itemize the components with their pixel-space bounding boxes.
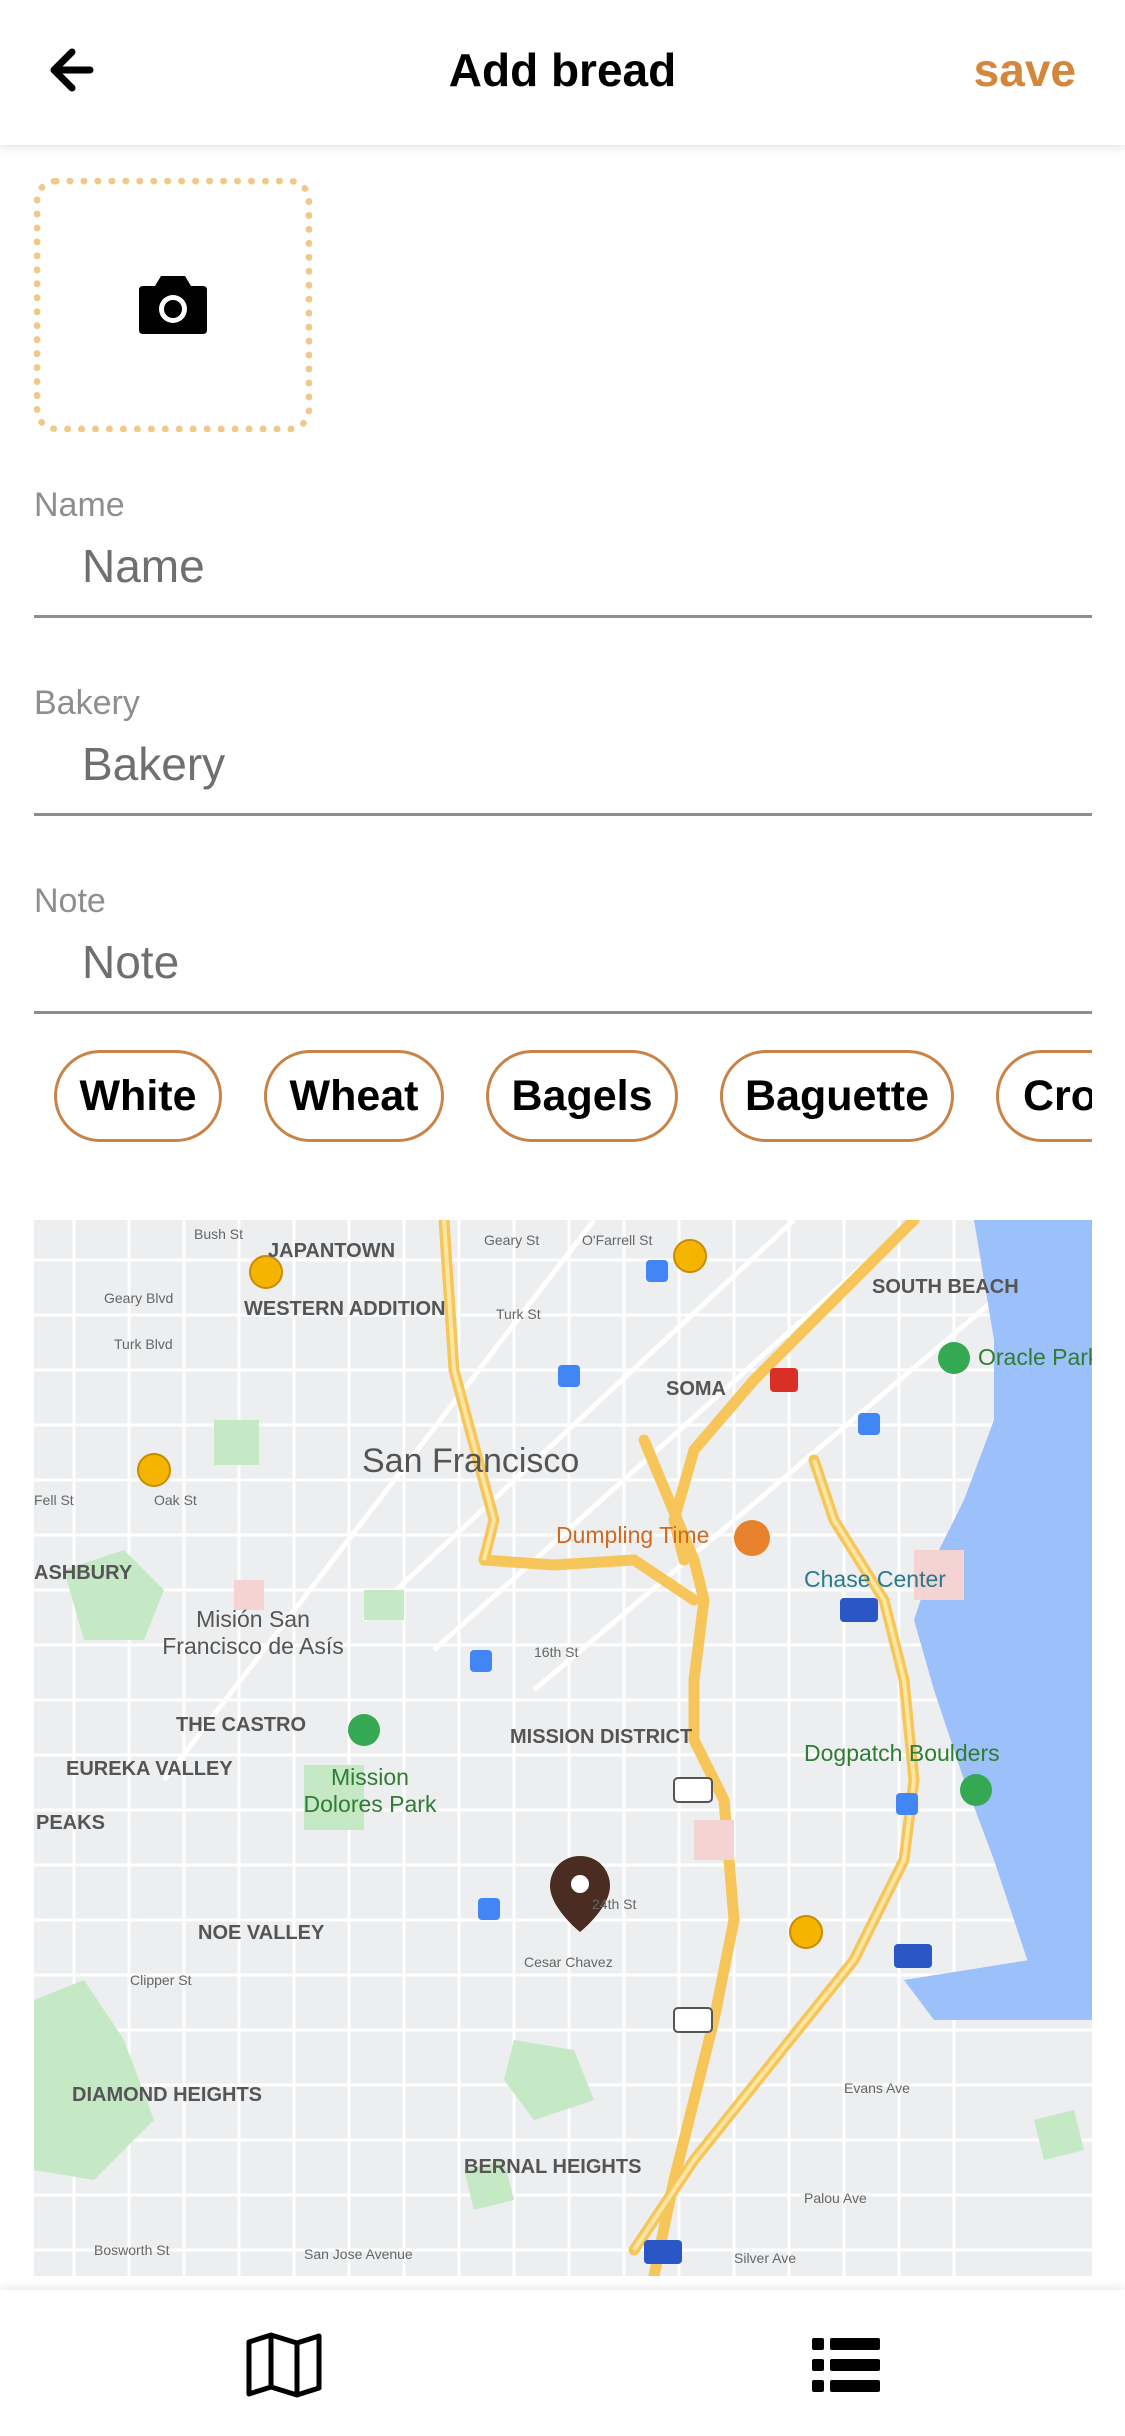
map-street-turk-blvd: Turk Blvd xyxy=(114,1336,173,1352)
note-field: Note xyxy=(34,882,1092,1014)
bakery-field: Bakery xyxy=(34,684,1092,816)
map-label-south-beach: SOUTH BEACH xyxy=(872,1276,1019,1298)
map-street-turk: Turk St xyxy=(496,1306,541,1322)
list-tab-button[interactable] xyxy=(786,2320,906,2410)
map-street-evans: Evans Ave xyxy=(844,2080,910,2096)
map-street-geary-blvd: Geary Blvd xyxy=(104,1290,174,1306)
name-label: Name xyxy=(34,486,125,524)
chip-wheat[interactable]: Wheat xyxy=(264,1050,444,1142)
map-place-dumpling-time: Dumpling Time xyxy=(556,1522,710,1548)
map-place-mision-san-francisco: Misión San Francisco de Asís xyxy=(162,1606,344,1659)
map-label-western-addition: WESTERN ADDITION xyxy=(244,1298,446,1320)
bread-type-chips: White Wheat Bagels Baguette Croissant xyxy=(34,1045,1092,1145)
bottom-tab-bar xyxy=(0,2290,1125,2436)
name-field: Name xyxy=(34,486,1092,618)
note-input[interactable] xyxy=(82,932,1042,992)
map-label-eureka-valley: EUREKA VALLEY xyxy=(66,1758,233,1780)
map-label-japantown: JAPANTOWN xyxy=(268,1240,396,1262)
map-street-bosworth: Bosworth St xyxy=(94,2242,170,2258)
map-label-bernal-heights: BERNAL HEIGHTS xyxy=(464,2156,642,2178)
map-street-cesar-chavez: Cesar Chavez xyxy=(524,1954,613,1970)
map-tab-button[interactable] xyxy=(224,2320,344,2410)
map-street-silver: Silver Ave xyxy=(734,2250,796,2266)
map-label-diamond-heights: DIAMOND HEIGHTS xyxy=(72,2084,262,2106)
map-city-label: San Francisco xyxy=(362,1442,580,1480)
chip-baguette[interactable]: Baguette xyxy=(720,1050,954,1142)
map-icon xyxy=(246,2332,322,2398)
map-street-palou: Palou Ave xyxy=(804,2190,867,2206)
save-button[interactable]: save xyxy=(974,40,1076,100)
map-place-dogpatch-boulders: Dogpatch Boulders xyxy=(804,1740,1000,1766)
map-street-ofarrell: O'Farrell St xyxy=(582,1232,653,1248)
map-label-peaks: PEAKS xyxy=(36,1812,105,1834)
map-place-chase-center: Chase Center xyxy=(804,1566,946,1592)
map-street-fell: Fell St xyxy=(34,1492,74,1508)
map-label-the-castro: THE CASTRO xyxy=(176,1714,306,1736)
map-label-noe-valley: NOE VALLEY xyxy=(198,1922,325,1944)
chip-white[interactable]: White xyxy=(54,1050,222,1142)
map-street-clipper: Clipper St xyxy=(130,1972,192,1988)
map-street-oak: Oak St xyxy=(154,1492,197,1508)
bakery-label: Bakery xyxy=(34,684,140,722)
map-label-ashbury: ASHBURY xyxy=(34,1562,133,1584)
add-photo-button[interactable] xyxy=(34,178,312,432)
map-place-mission-dolores-park: Mission Dolores Park xyxy=(303,1764,437,1817)
bakery-input[interactable] xyxy=(82,734,1042,794)
chip-croissant[interactable]: Croissant xyxy=(996,1050,1092,1142)
map-street-16th: 16th St xyxy=(534,1644,579,1660)
map-label-soma: SOMA xyxy=(666,1378,726,1400)
map-street-24th: 24th St xyxy=(592,1896,637,1912)
name-input[interactable] xyxy=(82,536,1042,596)
page-title: Add bread xyxy=(448,44,677,96)
map-street-bush: Bush St xyxy=(194,1226,244,1242)
note-label: Note xyxy=(34,882,106,920)
chip-bagels[interactable]: Bagels xyxy=(486,1050,678,1142)
map-view[interactable]: San Francisco JAPANTOWN WESTERN ADDITION… xyxy=(34,1220,1092,2276)
map-street-san-jose: San Jose Avenue xyxy=(304,2246,413,2262)
camera-icon xyxy=(139,276,207,334)
list-icon xyxy=(812,2338,880,2392)
map-place-oracle-park: Oracle Park xyxy=(978,1344,1092,1370)
top-bar: Add bread save xyxy=(0,0,1125,145)
map-label-mission-district: MISSION DISTRICT xyxy=(510,1726,693,1748)
map-street-geary: Geary St xyxy=(484,1232,540,1248)
